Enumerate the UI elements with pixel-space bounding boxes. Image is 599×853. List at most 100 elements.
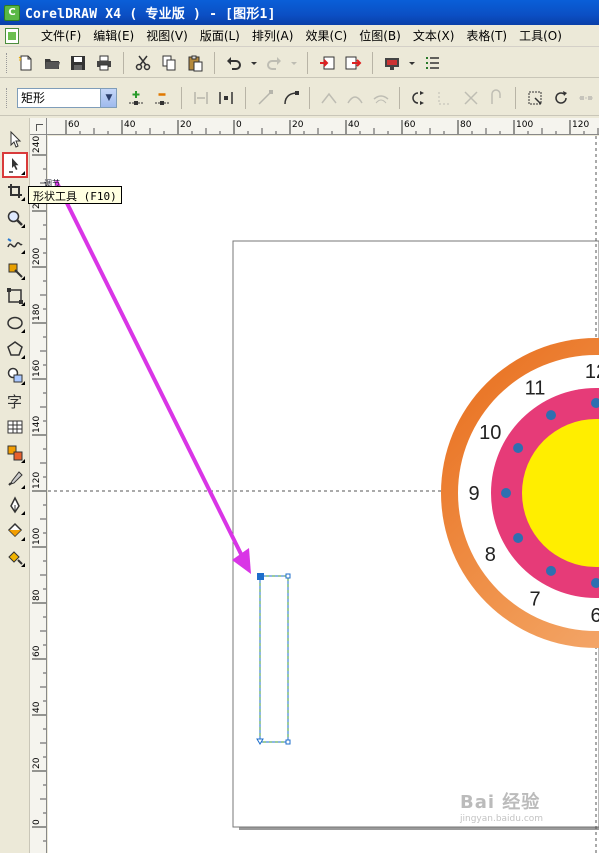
rectangle-tool[interactable] xyxy=(4,285,26,307)
save-button[interactable] xyxy=(67,52,89,74)
ruler-label: 200 xyxy=(32,248,42,265)
menu-effects[interactable]: 效果(C) xyxy=(299,27,353,44)
flyout-indicator xyxy=(21,381,25,385)
eyedropper-tool[interactable] xyxy=(4,468,26,490)
interactive-fill-tool[interactable] xyxy=(4,546,26,568)
application-launcher-button[interactable] xyxy=(381,52,403,74)
text-tool[interactable]: 字 xyxy=(4,390,26,412)
symmetric-node-button[interactable] xyxy=(370,87,392,109)
menu-edit[interactable]: 编辑(E) xyxy=(87,27,140,44)
menu-tools[interactable]: 工具(O) xyxy=(513,27,568,44)
import-button[interactable] xyxy=(316,52,338,74)
clock-number[interactable]: 7 xyxy=(529,589,540,611)
menu-arrange[interactable]: 排列(A) xyxy=(246,27,300,44)
menu-view[interactable]: 视图(V) xyxy=(140,27,194,44)
clock-number[interactable]: 8 xyxy=(485,544,496,566)
add-node-button[interactable] xyxy=(125,87,147,109)
vertical-ruler-ticks: 240220200180160140120100806040200 xyxy=(32,136,46,842)
vertical-ruler[interactable]: 240220200180160140120100806040200 xyxy=(30,135,47,853)
pick-tool-icon xyxy=(10,130,22,148)
extend-curve-button[interactable] xyxy=(434,87,456,109)
undo-button[interactable] xyxy=(223,52,245,74)
to-curve-button[interactable] xyxy=(280,87,302,109)
interactive-blend-tool[interactable] xyxy=(4,442,26,464)
smart-fill-tool[interactable] xyxy=(4,259,26,281)
basic-shapes-tool[interactable] xyxy=(4,364,26,386)
outline-tool[interactable] xyxy=(4,494,26,516)
join-nodes-button[interactable] xyxy=(190,87,212,109)
chevron-down-icon xyxy=(409,61,415,65)
node-handle[interactable] xyxy=(285,739,291,745)
extract-subpath-button[interactable] xyxy=(460,87,482,109)
break-curve-button[interactable] xyxy=(215,87,237,109)
reverse-direction-button[interactable] xyxy=(408,87,430,109)
clock-hour-dot[interactable] xyxy=(501,488,511,498)
node-handle[interactable] xyxy=(285,573,291,579)
rotate-nodes-icon xyxy=(554,90,567,104)
clock-number[interactable]: 9 xyxy=(468,483,479,505)
cusp-node-button[interactable] xyxy=(318,87,340,109)
welcome-screen-button[interactable] xyxy=(421,52,443,74)
cut-button[interactable] xyxy=(132,52,154,74)
toolbar-separator xyxy=(515,86,517,109)
redo-arrow-icon xyxy=(267,56,281,70)
clock-number[interactable]: 10 xyxy=(479,422,501,444)
ruler-label: 100 xyxy=(32,528,42,545)
launcher-dropdown[interactable] xyxy=(407,52,417,74)
smooth-node-button[interactable] xyxy=(344,87,366,109)
ruler-origin[interactable] xyxy=(30,118,47,135)
horizontal-ruler[interactable]: 60 40 20 0 20 40 60 80 100 120 xyxy=(47,118,599,135)
undo-dropdown[interactable] xyxy=(249,52,259,74)
toolbar-grip[interactable] xyxy=(6,87,9,108)
ruler-label: 20 xyxy=(292,120,304,130)
fill-tool[interactable] xyxy=(4,520,26,542)
annotation-arrow-shaft xyxy=(54,180,245,559)
rotate-skew-nodes-button[interactable] xyxy=(550,87,572,109)
table-tool[interactable] xyxy=(4,416,26,438)
object-type-select[interactable]: 矩形 ▼ xyxy=(16,87,118,108)
freehand-tool[interactable] xyxy=(4,233,26,255)
toolbar-grip[interactable] xyxy=(6,52,9,73)
flyout-indicator xyxy=(21,250,25,254)
print-button[interactable] xyxy=(93,52,115,74)
menu-file[interactable]: 文件(F) xyxy=(35,27,87,44)
redo-button[interactable] xyxy=(263,52,285,74)
polygon-tool[interactable] xyxy=(4,338,26,360)
shape-tool[interactable] xyxy=(2,152,28,178)
clock-number[interactable]: 12 xyxy=(585,361,599,383)
clock-hour-dot[interactable] xyxy=(546,410,556,421)
toolbox: 字 xyxy=(0,118,30,853)
copy-button[interactable] xyxy=(158,52,180,74)
coreldraw-window: C CorelDRAW X4 ( 专业版 ) - [图形1] 文件(F) 编辑(… xyxy=(0,0,599,853)
paste-button[interactable] xyxy=(184,52,206,74)
ruler-label: 160 xyxy=(32,360,42,377)
chevron-down-icon[interactable]: ▼ xyxy=(100,88,117,107)
menu-layout[interactable]: 版面(L) xyxy=(194,27,246,44)
clock-number[interactable]: 6 xyxy=(590,605,599,627)
redo-dropdown[interactable] xyxy=(289,52,299,74)
to-line-button[interactable] xyxy=(254,87,276,109)
crop-tool[interactable] xyxy=(4,180,26,202)
open-button[interactable] xyxy=(41,52,63,74)
clock-hour-dot[interactable] xyxy=(513,533,524,543)
delete-node-button[interactable] xyxy=(151,87,173,109)
export-button[interactable] xyxy=(342,52,364,74)
stretch-scale-nodes-button[interactable] xyxy=(524,87,546,109)
clock-number[interactable]: 11 xyxy=(525,377,546,399)
document-icon[interactable] xyxy=(5,27,19,44)
new-button[interactable] xyxy=(15,52,37,74)
align-nodes-button[interactable] xyxy=(575,87,597,109)
clock-hour-dot[interactable] xyxy=(513,443,524,453)
menu-bitmaps[interactable]: 位图(B) xyxy=(353,27,407,44)
clock-hour-dot[interactable] xyxy=(546,565,556,576)
pick-tool[interactable] xyxy=(4,128,26,150)
zoom-tool[interactable] xyxy=(4,207,26,229)
auto-close-button[interactable] xyxy=(485,87,507,109)
drawing-canvas[interactable]: 12 11 10 9 8 7 6 Bai 经验 jingyan.baidu.com xyxy=(48,136,599,853)
ellipse-tool[interactable] xyxy=(4,312,26,334)
extend-curve-icon xyxy=(438,91,451,104)
menu-text[interactable]: 文本(X) xyxy=(407,27,461,44)
menu-table[interactable]: 表格(T) xyxy=(460,27,513,44)
ruler-label: 20 xyxy=(32,757,42,769)
first-node-handle[interactable] xyxy=(257,573,264,580)
